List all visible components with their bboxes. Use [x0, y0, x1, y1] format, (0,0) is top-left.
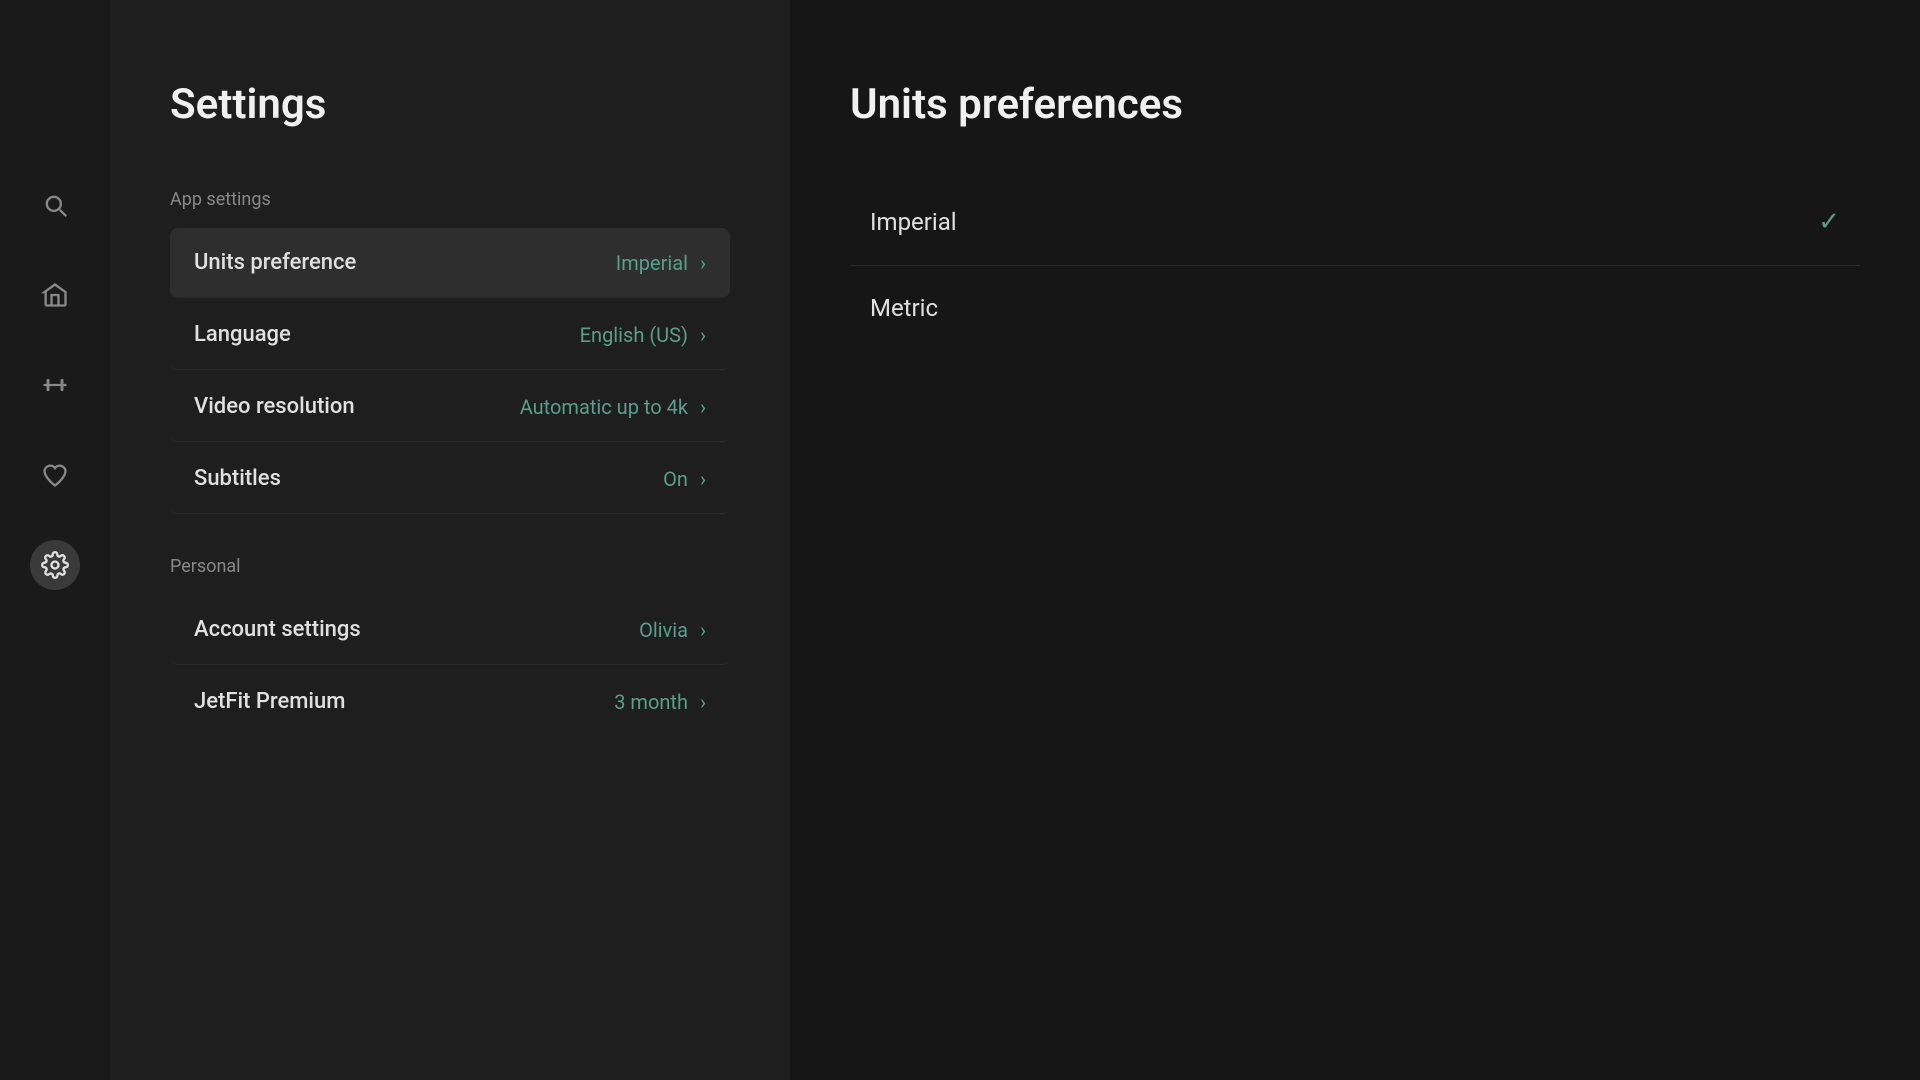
language-chevron: ›: [700, 323, 706, 347]
language-value-group: English (US) ›: [580, 323, 706, 347]
subtitles-label: Subtitles: [194, 466, 281, 491]
subtitles-value-group: On ›: [663, 467, 706, 491]
account-settings-item[interactable]: Account settings Olivia ›: [170, 595, 730, 665]
imperial-option[interactable]: Imperial ✓: [850, 179, 1860, 266]
units-preference-value-group: Imperial ›: [616, 251, 706, 275]
language-label: Language: [194, 322, 291, 347]
units-preference-label: Units preference: [194, 250, 356, 275]
search-icon[interactable]: [30, 180, 80, 230]
jetfit-premium-value-group: 3 month ›: [614, 690, 706, 714]
personal-label: Personal: [170, 556, 730, 577]
page-title: Settings: [170, 80, 730, 129]
language-item[interactable]: Language English (US) ›: [170, 300, 730, 370]
units-options-list: Imperial ✓ Metric: [850, 179, 1860, 350]
video-resolution-chevron: ›: [700, 395, 706, 419]
video-resolution-item[interactable]: Video resolution Automatic up to 4k ›: [170, 372, 730, 442]
subtitles-value: On: [663, 467, 688, 491]
account-settings-value-group: Olivia ›: [639, 618, 706, 642]
account-settings-chevron: ›: [700, 618, 706, 642]
jetfit-premium-item[interactable]: JetFit Premium 3 month ›: [170, 667, 730, 736]
video-resolution-label: Video resolution: [194, 394, 355, 419]
settings-list: App settings Units preference Imperial ›…: [170, 189, 730, 736]
metric-label: Metric: [870, 294, 938, 322]
home-icon[interactable]: [30, 270, 80, 320]
units-preference-item[interactable]: Units preference Imperial ›: [170, 228, 730, 298]
right-panel: Units preferences Imperial ✓ Metric: [790, 0, 1920, 1080]
units-preference-value: Imperial: [616, 251, 688, 275]
app-settings-label: App settings: [170, 189, 730, 210]
jetfit-premium-value: 3 month: [614, 690, 688, 714]
jetfit-premium-label: JetFit Premium: [194, 689, 345, 714]
subtitles-chevron: ›: [700, 467, 706, 491]
subtitles-item[interactable]: Subtitles On ›: [170, 444, 730, 514]
video-resolution-value: Automatic up to 4k: [520, 395, 688, 419]
settings-icon[interactable]: [30, 540, 80, 590]
jetfit-premium-chevron: ›: [700, 690, 706, 714]
account-settings-label: Account settings: [194, 617, 361, 642]
favorites-icon[interactable]: [30, 450, 80, 500]
account-settings-value: Olivia: [639, 618, 688, 642]
video-resolution-value-group: Automatic up to 4k ›: [520, 395, 706, 419]
sidebar: [0, 0, 110, 1080]
units-preference-chevron: ›: [700, 251, 706, 275]
language-value: English (US): [580, 323, 688, 347]
workout-icon[interactable]: [30, 360, 80, 410]
imperial-checkmark: ✓: [1818, 207, 1840, 237]
imperial-label: Imperial: [870, 208, 957, 236]
left-panel: Settings App settings Units preference I…: [110, 0, 790, 1080]
metric-option[interactable]: Metric: [850, 266, 1860, 350]
right-panel-title: Units preferences: [850, 80, 1860, 129]
